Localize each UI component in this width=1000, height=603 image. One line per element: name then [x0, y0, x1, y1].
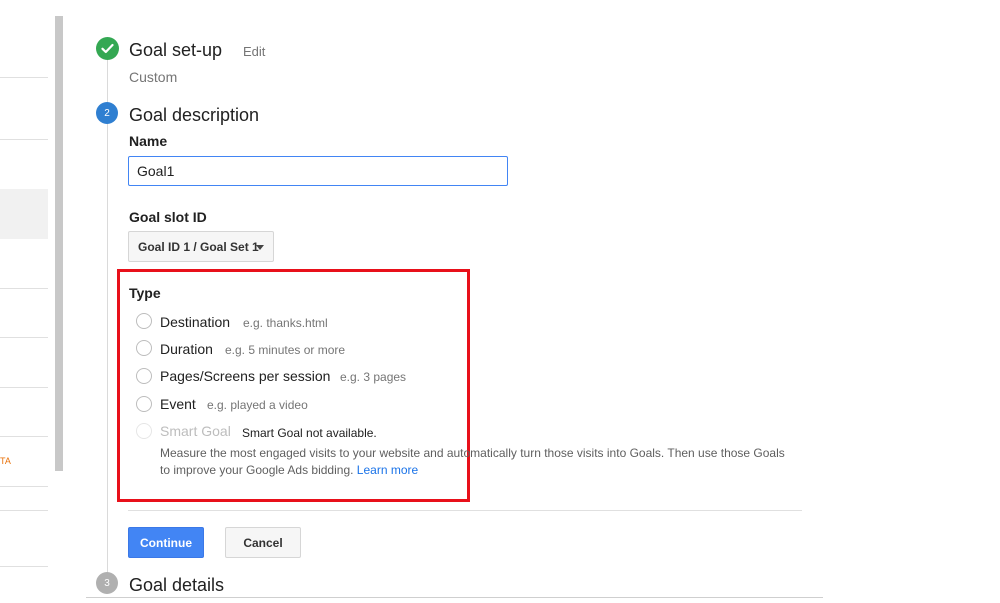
step-summary: Custom — [129, 69, 178, 85]
section-divider — [128, 510, 802, 511]
option-example: e.g. played a video — [207, 398, 308, 412]
step-title-details: Goal details — [129, 575, 225, 595]
sidebar-divider — [0, 387, 48, 388]
option-label[interactable]: Destination — [160, 314, 230, 330]
goal-slot-select[interactable]: Goal ID 1 / Goal Set 1 — [128, 231, 274, 262]
smart-goal-description-text: Measure the most engaged visits to your … — [160, 446, 785, 477]
smart-goal-description: Measure the most engaged visits to your … — [160, 445, 790, 479]
caret-down-icon — [256, 245, 264, 250]
type-label: Type — [129, 285, 161, 301]
step-number-badge: 2 — [96, 102, 118, 124]
sidebar-divider — [0, 510, 48, 511]
radio-smart-goal — [136, 423, 152, 439]
radio-duration[interactable] — [136, 340, 152, 356]
sidebar-divider — [0, 77, 48, 78]
radio-pages-per-session[interactable] — [136, 368, 152, 384]
sidebar-divider — [0, 288, 48, 289]
cancel-button[interactable]: Cancel — [225, 527, 301, 558]
sidebar-divider — [0, 436, 48, 437]
goal-slot-value: Goal ID 1 / Goal Set 1 — [138, 239, 259, 254]
radio-destination[interactable] — [136, 313, 152, 329]
learn-more-link[interactable]: Learn more — [357, 463, 418, 477]
step-title-setup: Goal set-up — [129, 40, 223, 60]
sidebar-scrollbar[interactable] — [55, 16, 63, 471]
sidebar-divider — [0, 566, 48, 567]
left-sidebar: TA — [0, 0, 48, 603]
step-title-description: Goal description — [129, 105, 260, 125]
sidebar-divider — [0, 337, 48, 338]
smart-goal-note: Smart Goal not available. — [242, 426, 377, 440]
option-label[interactable]: Pages/Screens per session — [160, 368, 330, 384]
goal-slot-label: Goal slot ID — [129, 209, 207, 225]
sidebar-item-selected[interactable] — [0, 189, 48, 239]
sidebar-divider — [0, 486, 48, 487]
option-label[interactable]: Duration — [160, 341, 213, 357]
edit-link[interactable]: Edit — [243, 44, 265, 59]
radio-event[interactable] — [136, 396, 152, 412]
option-example: e.g. 3 pages — [340, 370, 407, 384]
bottom-divider — [86, 597, 823, 598]
continue-button[interactable]: Continue — [128, 527, 204, 558]
option-label[interactable]: Event — [160, 396, 196, 412]
sidebar-divider — [0, 139, 48, 140]
option-label-disabled: Smart Goal — [160, 423, 231, 439]
option-example: e.g. 5 minutes or more — [225, 343, 346, 357]
name-label: Name — [129, 133, 168, 149]
option-example: e.g. thanks.html — [243, 316, 328, 330]
step-number-badge: 3 — [96, 572, 118, 594]
stepper-line — [107, 60, 108, 580]
sidebar-item-label[interactable]: TA — [0, 456, 11, 466]
goal-name-input[interactable] — [128, 156, 508, 186]
checkmark-icon — [96, 37, 119, 60]
